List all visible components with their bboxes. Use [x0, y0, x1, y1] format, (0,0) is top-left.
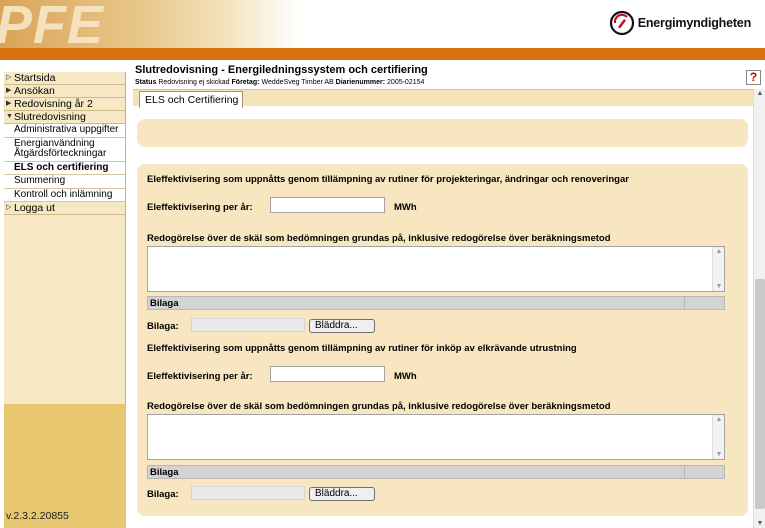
scroll-up-icon[interactable]: ▲ [713, 416, 725, 423]
status-value: Redovisning ej skickad [158, 79, 230, 86]
triangle-right-icon: ▷ [6, 204, 12, 211]
sidebar-item-slutredovisning[interactable]: ▼ Slutredovisning [4, 111, 125, 124]
sidebar-item-label: Startsida [14, 72, 56, 84]
sidebar-footer: v.2.3.2.20855 [4, 404, 126, 528]
version-label: v.2.3.2.20855 [6, 510, 69, 522]
header-accent-bar [0, 48, 765, 60]
help-button[interactable]: ? [746, 70, 761, 85]
textarea-scrollbar[interactable]: ▲ ▼ [712, 247, 724, 291]
attachment-header-divider [684, 296, 685, 310]
triangle-right-icon: ▷ [6, 74, 12, 81]
sidebar-item-logga-ut[interactable]: ▷ Logga ut [4, 202, 125, 215]
page-scrollbar[interactable]: ▲ ▼ [753, 89, 765, 528]
sidebar-item-label: Redovisning år 2 [14, 98, 93, 110]
triangle-right-icon: ▶ [6, 100, 12, 107]
scroll-down-icon[interactable]: ▼ [754, 520, 765, 527]
attachment-header-divider [684, 465, 685, 479]
company-label: Företag: [231, 79, 260, 86]
status-line: Status Redovisning ej skickad Företag: W… [135, 79, 424, 86]
browse-button-2[interactable]: Bläddra... [309, 487, 375, 501]
textarea-scrollbar[interactable]: ▲ ▼ [712, 415, 724, 459]
attachment-header-label: Bilaga [150, 467, 179, 478]
attachment-header: Bilaga [147, 296, 725, 310]
scroll-down-icon[interactable]: ▼ [713, 451, 725, 458]
sidebar-item-ansokan[interactable]: ▶ Ansökan [4, 85, 125, 98]
sidebar-subitem-administrativa-uppgifter[interactable]: Administrativa uppgifter [4, 124, 125, 138]
scroll-down-icon[interactable]: ▼ [713, 283, 725, 290]
reason-label: Redogörelse över de skäl som bedömningen… [147, 401, 611, 412]
diary-label: Diarienummer: [335, 79, 386, 86]
sidebar-item-label: Slutredovisning [14, 111, 86, 123]
pfe-logo: PFE [0, 0, 105, 48]
attachment-header-label: Bilaga [150, 298, 179, 309]
sidebar-item-label: Ansökan [14, 85, 55, 97]
scroll-up-icon[interactable]: ▲ [713, 248, 725, 255]
efficiency-input-2[interactable] [270, 366, 385, 382]
triangle-down-icon: ▼ [6, 113, 13, 120]
efficiency-label: Eleffektivisering per år: [147, 371, 253, 382]
app-header: PFE Energimyndigheten [0, 0, 765, 48]
efficiency-input-1[interactable] [270, 197, 385, 213]
triangle-right-icon: ▶ [6, 87, 12, 94]
attachment-file-input-1[interactable] [191, 318, 305, 332]
section-heading-inkop: Eleffektivisering som uppnåtts genom til… [147, 343, 577, 354]
sidebar-item-label: Logga ut [14, 202, 55, 214]
sidebar-subitem-summering[interactable]: Summering [4, 175, 125, 189]
sidebar-nav: ▷ Startsida ▶ Ansökan ▶ Redovisning år 2… [4, 72, 126, 528]
attachment-file-input-2[interactable] [191, 486, 305, 500]
tab-strip: ELS och Certifiering [133, 89, 765, 108]
sidebar-item-redovisning-ar-2[interactable]: ▶ Redovisning år 2 [4, 98, 125, 111]
page-title: Slutredovisning - Energiledningssystem o… [135, 64, 428, 76]
browse-button-1[interactable]: Bläddra... [309, 319, 375, 333]
reason-textarea-1[interactable]: ▲ ▼ [147, 246, 725, 292]
company-value: WeddeSveg Timber AB [261, 79, 334, 86]
attachment-header: Bilaga [147, 465, 725, 479]
brand-name: Energimyndigheten [637, 16, 751, 30]
sidebar-item-startsida[interactable]: ▷ Startsida [4, 72, 125, 85]
sidebar-subitem-energianvandning[interactable]: Energianvändning Åtgärdsförteckningar [4, 137, 125, 162]
unit-label: MWh [394, 371, 417, 382]
scrollbar-thumb[interactable] [755, 279, 765, 509]
sidebar-subitem-kontroll-och-inlamning[interactable]: Kontroll och inlämning [4, 188, 125, 202]
scroll-up-icon[interactable]: ▲ [754, 90, 765, 97]
sidebar-subitem-els-och-certifiering[interactable]: ELS och certifiering [4, 161, 125, 175]
unit-label: MWh [394, 202, 417, 213]
status-label: Status [135, 79, 157, 86]
reason-textarea-2[interactable]: ▲ ▼ [147, 414, 725, 460]
brand-logo: Energimyndigheten [609, 10, 751, 36]
diary-value: 2005-02154 [387, 79, 425, 86]
attachment-label: Bilaga: [147, 489, 179, 500]
section-heading-projekteringar: Eleffektivisering som uppnåtts genom til… [147, 174, 629, 185]
info-panel [137, 119, 748, 147]
attachment-label: Bilaga: [147, 321, 179, 332]
pfe-logo-band: PFE [0, 0, 300, 48]
efficiency-label: Eleffektivisering per år: [147, 202, 253, 213]
form-panel: Eleffektivisering som uppnåtts genom til… [137, 164, 748, 516]
energimyndigheten-logo-icon [609, 10, 635, 36]
reason-label: Redogörelse över de skäl som bedömningen… [147, 233, 611, 244]
tab-els-och-certifiering[interactable]: ELS och Certifiering [139, 91, 244, 108]
